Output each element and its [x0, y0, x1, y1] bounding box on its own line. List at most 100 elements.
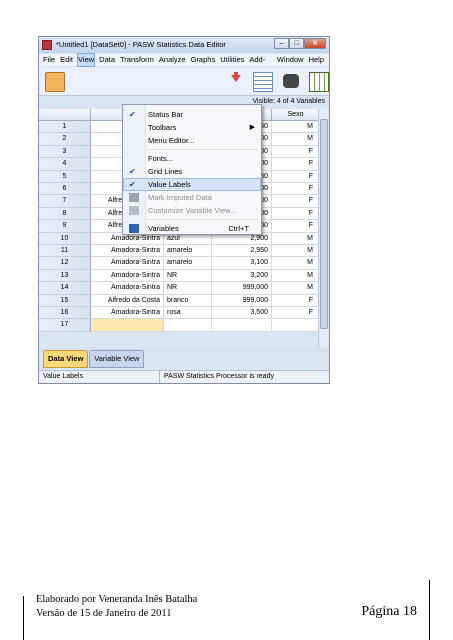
row-number[interactable]: 9 [39, 220, 91, 233]
cell-sexo[interactable]: F [272, 145, 320, 159]
cell-cor[interactable] [164, 319, 212, 332]
window-title: *Untitled1 [DataSet0] - PASW Statistics … [56, 40, 226, 49]
row-number[interactable]: 10 [39, 232, 91, 245]
maximize-button[interactable]: □ [289, 38, 304, 49]
cell-cor[interactable]: rosa [164, 307, 212, 320]
cell-cor[interactable]: NR [164, 282, 212, 295]
cell-local[interactable]: Alfredo da Costa [91, 294, 164, 307]
menu-item-value-labels[interactable]: ✔ Value Labels [123, 178, 261, 191]
vertical-scrollbar[interactable] [318, 109, 329, 347]
cell-peso[interactable]: 3,200 [212, 269, 272, 283]
cell-peso[interactable]: 999,000 [212, 282, 272, 295]
cell-local[interactable]: Amadora-Sintra [91, 245, 164, 258]
row-number[interactable]: 14 [39, 282, 91, 295]
row-number[interactable]: 7 [39, 195, 91, 208]
menu-item-menu-editor[interactable]: Menu Editor... [123, 134, 261, 147]
row-number[interactable]: 3 [39, 145, 91, 159]
menu-view[interactable]: View [77, 53, 96, 67]
menu-analyze[interactable]: Analyze [159, 54, 186, 66]
cell-cor[interactable]: amarelo [164, 245, 212, 258]
cell-sexo[interactable]: F [272, 307, 320, 320]
row-number[interactable]: 5 [39, 170, 91, 183]
cell-sexo[interactable]: M [272, 133, 320, 146]
cell-sexo[interactable]: M [272, 257, 320, 270]
cell-sexo[interactable]: F [272, 195, 320, 208]
cell-local[interactable]: Amadora-Sintra [91, 257, 164, 270]
cell-local[interactable]: Amadora-Sintra [91, 307, 164, 320]
cell-sexo[interactable]: F [272, 170, 320, 183]
cell-local[interactable]: Amadora-Sintra [91, 282, 164, 295]
cell-peso[interactable]: 999,000 [212, 294, 272, 307]
cell-sexo[interactable] [272, 319, 320, 332]
page-border-left [23, 596, 24, 640]
cell-peso[interactable]: 2,950 [212, 245, 272, 258]
cell-sexo[interactable]: F [272, 220, 320, 233]
cell-sexo[interactable]: M [272, 269, 320, 283]
check-icon: ✔ [129, 167, 136, 176]
insert-variable-icon[interactable] [253, 72, 273, 92]
cell-sexo[interactable]: F [272, 207, 320, 221]
scroll-thumb[interactable] [320, 119, 328, 329]
menu-item-customize-variable-view: Customize Variable View... [123, 204, 261, 217]
tab-data-view[interactable]: Data View [43, 350, 89, 368]
cell-cor[interactable]: amarelo [164, 257, 212, 270]
cell-sexo[interactable]: F [272, 183, 320, 196]
submenu-arrow-icon: ▶ [249, 124, 255, 131]
menu-item-variables[interactable]: Variables Ctrl+T [123, 222, 261, 235]
cell-sexo[interactable]: M [272, 232, 320, 245]
menu-help[interactable]: Help [309, 54, 324, 66]
menu-file[interactable]: File [43, 54, 55, 66]
footer-version: Versão de 15 de Janeiro de 2011 [36, 608, 172, 619]
row-number[interactable]: 13 [39, 269, 91, 283]
status-bar: Value Labels PASW Statistics Processor i… [39, 370, 329, 383]
menu-item-fonts[interactable]: Fonts... [123, 152, 261, 165]
cell-sexo[interactable]: M [272, 245, 320, 258]
row-number[interactable]: 2 [39, 133, 91, 146]
tab-variable-view[interactable]: Variable View [89, 350, 145, 368]
cell-sexo[interactable]: M [272, 282, 320, 295]
table-row: 12 Amadora-Sintra amarelo 3,100 M [39, 257, 320, 270]
menu-addons[interactable]: Add-ons [249, 54, 272, 76]
cell-sexo[interactable]: F [272, 158, 320, 171]
table-row: 15 Alfredo da Costa branco 999,000 F [39, 294, 320, 307]
table-row: 13 Amadora-Sintra NR 3,200 M [39, 269, 320, 283]
split-file-icon[interactable] [309, 72, 329, 92]
menu-utilities[interactable]: Utilities [220, 54, 244, 66]
minimize-button[interactable]: – [274, 38, 289, 49]
menu-item-toolbars[interactable]: Toolbars ▶ [123, 121, 261, 134]
row-number[interactable]: 16 [39, 307, 91, 320]
open-folder-icon[interactable] [45, 72, 65, 92]
menu-edit[interactable]: Edit [60, 54, 73, 66]
row-number[interactable]: 6 [39, 183, 91, 196]
table-row: 11 Amadora-Sintra amarelo 2,950 M [39, 245, 320, 258]
cell-sexo[interactable]: M [272, 121, 320, 134]
cell-local[interactable]: Amadora-Sintra [91, 269, 164, 283]
row-number[interactable]: 4 [39, 158, 91, 171]
cell-peso[interactable]: 3,100 [212, 257, 272, 270]
row-number[interactable]: 12 [39, 257, 91, 270]
close-button[interactable]: ✕ [304, 38, 326, 49]
row-number[interactable]: 17 [39, 319, 91, 332]
cell-local[interactable] [91, 319, 164, 332]
cell-sexo[interactable]: F [272, 294, 320, 307]
cell-peso[interactable] [212, 319, 272, 332]
menu-graphs[interactable]: Graphs [191, 54, 216, 66]
menu-data[interactable]: Data [99, 54, 115, 66]
row-number[interactable]: 15 [39, 294, 91, 307]
menu-transform[interactable]: Transform [120, 54, 154, 66]
find-binoculars-icon[interactable] [283, 74, 299, 88]
status-left: Value Labels [43, 373, 83, 380]
cell-cor[interactable]: NR [164, 269, 212, 283]
insert-cases-icon[interactable] [231, 72, 241, 82]
menu-window[interactable]: Window [277, 54, 304, 66]
cell-peso[interactable]: 3,500 [212, 307, 272, 320]
cell-cor[interactable]: branco [164, 294, 212, 307]
row-number[interactable]: 11 [39, 245, 91, 258]
menu-item-grid-lines[interactable]: ✔ Grid Lines [123, 165, 261, 178]
check-icon: ✔ [129, 180, 136, 189]
check-icon: ✔ [129, 110, 136, 119]
column-header-sexo[interactable]: Sexo [272, 109, 320, 121]
menu-item-status-bar[interactable]: ✔ Status Bar [123, 108, 261, 121]
row-number[interactable]: 8 [39, 207, 91, 221]
row-number[interactable]: 1 [39, 121, 91, 134]
